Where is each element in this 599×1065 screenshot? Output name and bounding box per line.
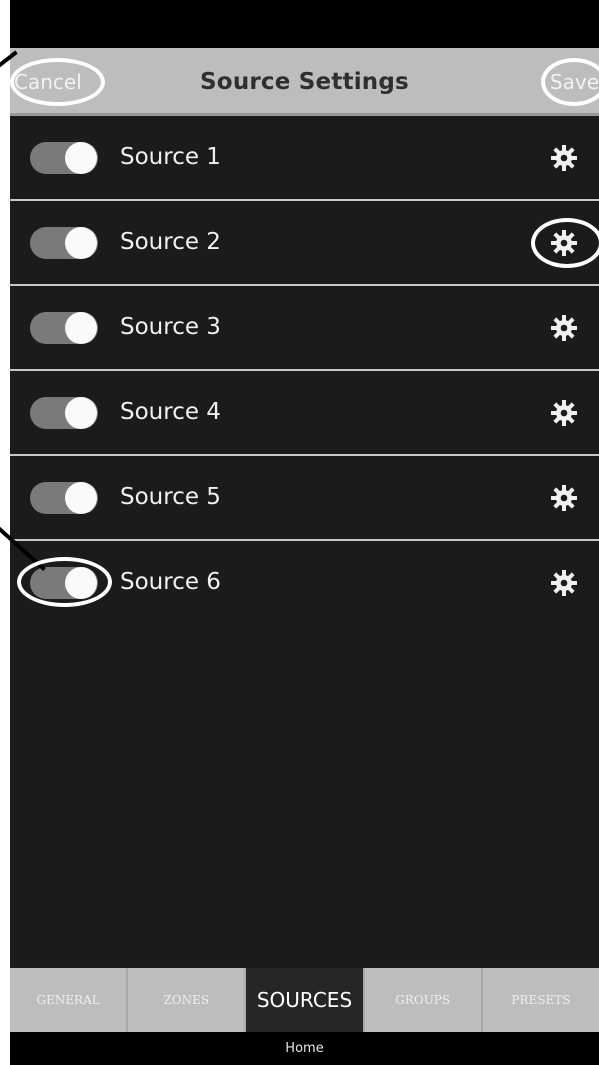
source-toggle-2[interactable] bbox=[30, 227, 98, 259]
gear-icon[interactable] bbox=[549, 568, 579, 598]
gear-icon[interactable] bbox=[549, 313, 579, 343]
home-button[interactable]: Home bbox=[10, 1032, 599, 1065]
source-label-6: Source 6 bbox=[120, 569, 221, 595]
source-row-3: Source 3 bbox=[10, 286, 599, 371]
save-button[interactable]: Save bbox=[550, 48, 599, 116]
gear-icon[interactable] bbox=[549, 398, 579, 428]
source-row-2: Source 2 bbox=[10, 201, 599, 286]
gear-icon[interactable] bbox=[549, 143, 579, 173]
source-toggle-3[interactable] bbox=[30, 312, 98, 344]
toggle-knob bbox=[65, 227, 97, 259]
app-screen: Cancel Source Settings Save Source 1 Sou… bbox=[10, 0, 599, 1065]
source-row-1: Source 1 bbox=[10, 116, 599, 201]
source-label-2: Source 2 bbox=[120, 229, 221, 255]
source-toggle-5[interactable] bbox=[30, 482, 98, 514]
source-toggle-6[interactable] bbox=[30, 567, 98, 599]
tab-sources[interactable]: SOURCES bbox=[246, 968, 365, 1032]
tab-zones[interactable]: ZONES bbox=[128, 968, 247, 1032]
status-bar bbox=[10, 0, 599, 48]
page-title: Source Settings bbox=[200, 69, 409, 95]
source-list: Source 1 Source 2 Source 3 Source 4 Sour… bbox=[10, 116, 599, 624]
source-label-5: Source 5 bbox=[120, 484, 221, 510]
gear-icon[interactable] bbox=[549, 483, 579, 513]
toggle-knob bbox=[65, 312, 97, 344]
toggle-knob bbox=[65, 567, 97, 599]
source-row-5: Source 5 bbox=[10, 456, 599, 541]
bottom-tab-bar: GENERAL ZONES SOURCES GROUPS PRESETS bbox=[10, 968, 599, 1032]
tab-general[interactable]: GENERAL bbox=[10, 968, 129, 1032]
source-label-3: Source 3 bbox=[120, 314, 221, 340]
gear-icon[interactable] bbox=[549, 228, 579, 258]
header-bar: Cancel Source Settings Save bbox=[10, 48, 599, 116]
toggle-knob bbox=[65, 482, 97, 514]
source-label-1: Source 1 bbox=[120, 144, 221, 170]
toggle-knob bbox=[65, 142, 97, 174]
source-toggle-4[interactable] bbox=[30, 397, 98, 429]
tab-groups[interactable]: GROUPS bbox=[365, 968, 483, 1032]
page: tings Cancel Source Settings Save Source… bbox=[0, 0, 599, 1065]
source-row-4: Source 4 bbox=[10, 371, 599, 456]
toggle-knob bbox=[65, 397, 97, 429]
source-toggle-1[interactable] bbox=[30, 142, 98, 174]
tab-presets[interactable]: PRESETS bbox=[483, 968, 599, 1032]
source-label-4: Source 4 bbox=[120, 399, 221, 425]
source-row-6: Source 6 bbox=[10, 541, 599, 624]
